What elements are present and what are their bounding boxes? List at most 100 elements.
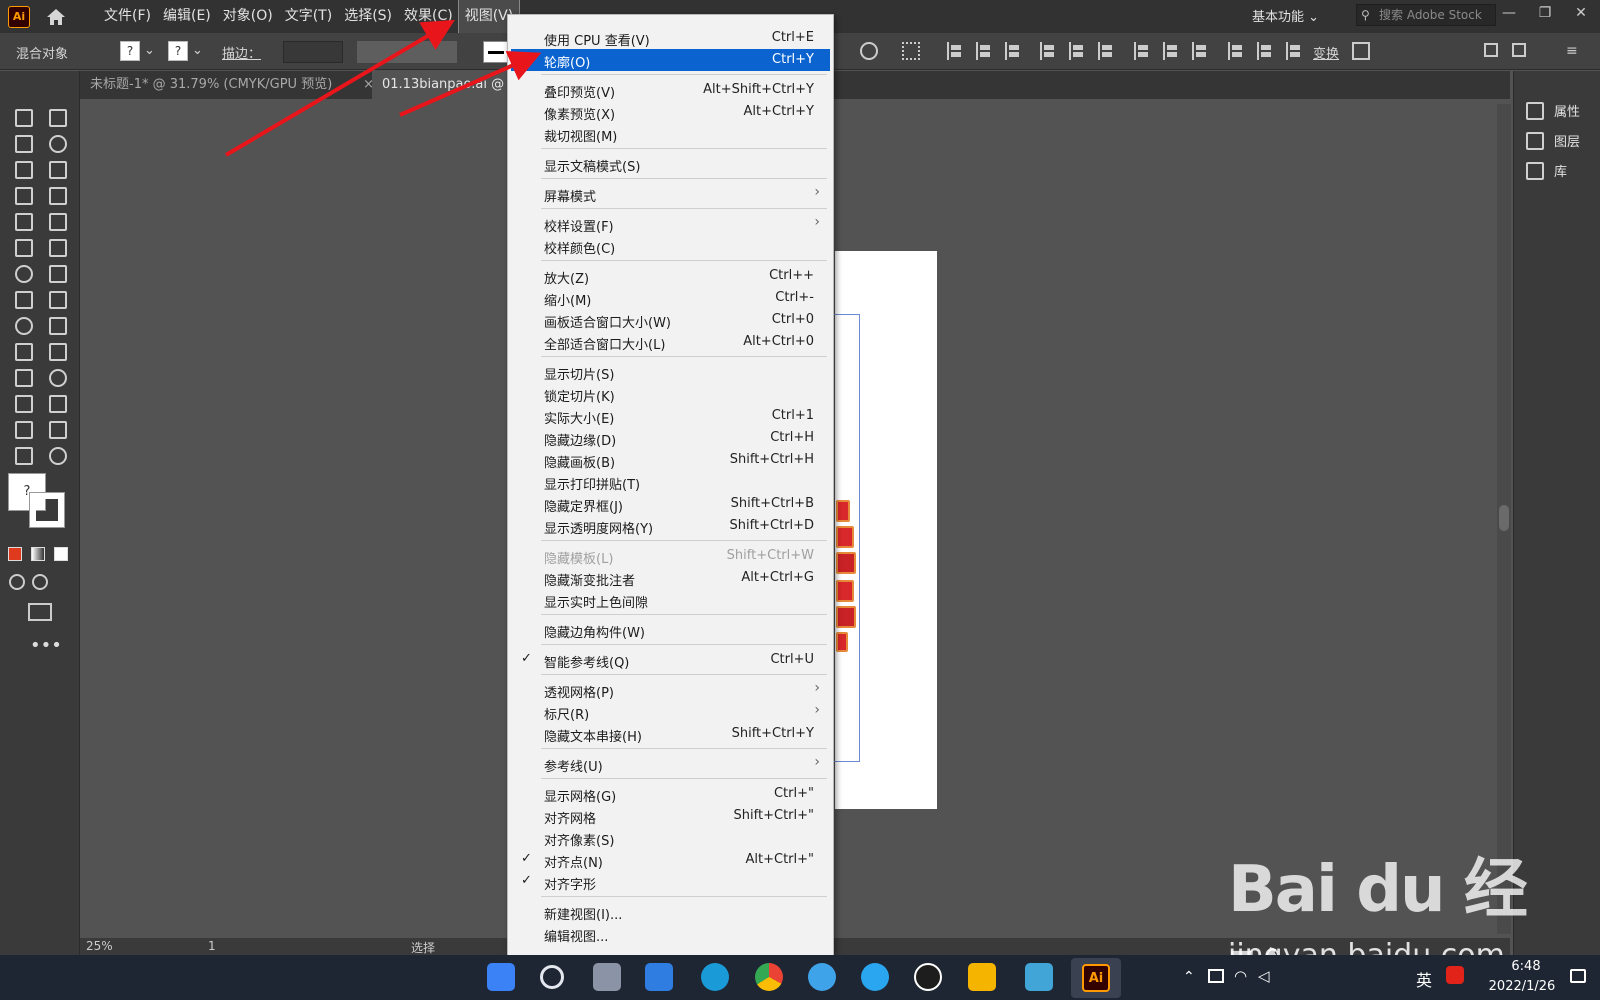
qq-icon[interactable] <box>914 963 942 991</box>
distribute-bottom-icon[interactable] <box>1192 42 1210 60</box>
menu-item-hide-text-threads[interactable]: 隐藏文本串接(H) Shift+Ctrl+Y <box>511 723 830 745</box>
menu-item-proof-setup[interactable]: 校样设置(F) › <box>511 213 830 235</box>
stroke-weight-field[interactable] <box>283 41 343 63</box>
recolor-icon[interactable] <box>860 42 878 60</box>
line-tool-icon[interactable] <box>44 183 68 205</box>
envelope-icon[interactable] <box>1352 42 1370 60</box>
mesh-tool-icon[interactable] <box>10 339 34 361</box>
libraries-panel-button[interactable]: 库 <box>1526 161 1567 180</box>
browser-icon[interactable] <box>861 963 889 991</box>
stroke-swatch[interactable]: ? <box>168 41 188 61</box>
align-middle-icon[interactable] <box>1069 42 1087 60</box>
pen-tool-icon[interactable] <box>10 157 34 179</box>
free-transform-icon[interactable] <box>44 287 68 309</box>
minimize-icon[interactable]: — <box>1498 4 1520 22</box>
hand-tool-icon[interactable] <box>10 443 34 465</box>
menu-item-hide-gradient-annotator[interactable]: 隐藏渐变批注者 Alt+Ctrl+G <box>511 567 830 589</box>
menu-item-edit-views[interactable]: 编辑视图... <box>511 923 830 945</box>
search-icon[interactable] <box>540 965 564 989</box>
stroke-weight-label[interactable]: 描边： <box>222 43 261 62</box>
menu-item-perspective-grid[interactable]: 透视网格(P) › <box>511 679 830 701</box>
direct-selection-tool-icon[interactable] <box>44 105 68 127</box>
menu-item-smart-guides[interactable]: ✓ 智能参考线(Q) Ctrl+U <box>511 649 830 671</box>
file-explorer-icon[interactable] <box>968 963 996 991</box>
gradient-tool-icon[interactable] <box>44 339 68 361</box>
screen-mode-icon[interactable] <box>28 603 52 621</box>
menu-item-guides[interactable]: 参考线(U) › <box>511 753 830 775</box>
home-icon[interactable] <box>44 5 68 29</box>
draw-normal-icon[interactable] <box>9 574 25 590</box>
menu-item-snap-to-pixel[interactable]: 对齐像素(S) <box>511 827 830 849</box>
menu-item-cpu-view[interactable]: 使用 CPU 查看(V) Ctrl+E <box>511 27 830 49</box>
close-icon[interactable]: ✕ <box>1570 4 1592 22</box>
menu-item-hide-bounding-box[interactable]: 隐藏定界框(J) Shift+Ctrl+B <box>511 493 830 515</box>
menu-item-fit-all[interactable]: 全部适合窗口大小(L) Alt+Ctrl+0 <box>511 331 830 353</box>
zoom-field[interactable]: 25% <box>86 939 113 953</box>
menu-select[interactable]: 选择(S) <box>338 0 398 33</box>
notification-icon[interactable] <box>1570 969 1586 983</box>
menu-item-hide-edges[interactable]: 隐藏边缘(D) Ctrl+H <box>511 427 830 449</box>
align-center-icon[interactable] <box>976 42 994 60</box>
none-mode-icon[interactable] <box>54 547 68 561</box>
align-right-icon[interactable] <box>1005 42 1023 60</box>
widgets-icon[interactable] <box>645 963 673 991</box>
menu-type[interactable]: 文字(T) <box>279 0 338 33</box>
menu-icon[interactable]: ≡ <box>1566 43 1578 59</box>
width-tool-icon[interactable] <box>10 287 34 309</box>
start-icon[interactable] <box>487 963 515 991</box>
color-mode-icon[interactable] <box>8 547 22 561</box>
isolate-icon[interactable] <box>902 42 920 60</box>
menu-item-presentation-mode[interactable]: 显示文稿模式(S) <box>511 153 830 175</box>
perspective-grid-icon[interactable] <box>44 313 68 335</box>
wifi-icon[interactable]: ◠ <box>1234 967 1247 985</box>
menu-item-zoom-out[interactable]: 缩小(M) Ctrl+- <box>511 287 830 309</box>
artboard-number-field[interactable]: 1 <box>208 939 216 953</box>
layers-panel-button[interactable]: 图层 <box>1526 131 1580 150</box>
menu-item-show-live-paint-gaps[interactable]: 显示实时上色间隙 <box>511 589 830 611</box>
align-bottom-icon[interactable] <box>1098 42 1116 60</box>
tab-untitled[interactable]: 未标题-1* @ 31.79% (CMYK/GPU 预览) × <box>80 71 374 99</box>
clock-date[interactable]: 2022/1/26 <box>1484 979 1560 994</box>
align-top-icon[interactable] <box>1040 42 1058 60</box>
clock-time[interactable]: 6:48 <box>1501 959 1551 974</box>
lasso-icon[interactable] <box>44 131 68 153</box>
panel-options-icon[interactable] <box>1512 43 1526 57</box>
variable-width-dropdown[interactable] <box>357 41 457 63</box>
notepad-icon[interactable] <box>1025 963 1053 991</box>
arrange-icon[interactable] <box>1484 43 1498 57</box>
menu-item-proof-colors[interactable]: 校样颜色(C) <box>511 235 830 257</box>
type-tool-icon[interactable] <box>10 183 34 205</box>
menu-item-overprint-preview[interactable]: 叠印预览(V) Alt+Shift+Ctrl+Y <box>511 79 830 101</box>
scrollbar-thumb[interactable] <box>1499 505 1509 531</box>
volume-icon[interactable]: ◁ <box>1258 967 1270 985</box>
blend-tool-icon[interactable] <box>44 365 68 387</box>
menu-item-rulers[interactable]: 标尺(R) › <box>511 701 830 723</box>
menu-file[interactable]: 文件(F) <box>98 0 157 33</box>
menu-item-hide-artboards[interactable]: 隐藏画板(B) Shift+Ctrl+H <box>511 449 830 471</box>
selection-tool-icon[interactable] <box>10 105 34 127</box>
menu-item-pixel-preview[interactable]: 像素预览(X) Alt+Ctrl+Y <box>511 101 830 123</box>
brush-definition[interactable] <box>483 41 509 63</box>
rectangle-tool-icon[interactable] <box>10 209 34 231</box>
scale-tool-icon[interactable] <box>44 261 68 283</box>
menu-item-zoom-in[interactable]: 放大(Z) Ctrl++ <box>511 265 830 287</box>
shaper-tool-icon[interactable] <box>10 235 34 257</box>
menu-effect[interactable]: 效果(C) <box>398 0 459 33</box>
gradient-mode-icon[interactable] <box>31 547 45 561</box>
workspace-switcher[interactable]: 基本功能 ⌄ <box>1252 6 1319 25</box>
eyedropper-icon[interactable] <box>10 365 34 387</box>
menu-item-hide-corner-widget[interactable]: 隐藏边角构件(W) <box>511 619 830 641</box>
paintbrush-tool-icon[interactable] <box>44 209 68 231</box>
ime-indicator[interactable]: 英 <box>1416 967 1432 991</box>
distribute-center-icon[interactable] <box>1257 42 1275 60</box>
restore-icon[interactable]: ❐ <box>1534 4 1556 22</box>
align-left-icon[interactable] <box>947 42 965 60</box>
transform-button[interactable]: 变换 <box>1313 43 1339 62</box>
menu-item-show-slices[interactable]: 显示切片(S) <box>511 361 830 383</box>
graph-tool-icon[interactable] <box>44 391 68 413</box>
fill-swatch[interactable]: ? <box>120 41 140 61</box>
chevron-down-icon[interactable]: ⌄ <box>144 43 155 58</box>
chevron-down-icon[interactable]: ⌄ <box>192 43 203 58</box>
properties-panel-button[interactable]: 属性 <box>1526 101 1580 120</box>
menu-item-show-print-tiling[interactable]: 显示打印拼贴(T) <box>511 471 830 493</box>
